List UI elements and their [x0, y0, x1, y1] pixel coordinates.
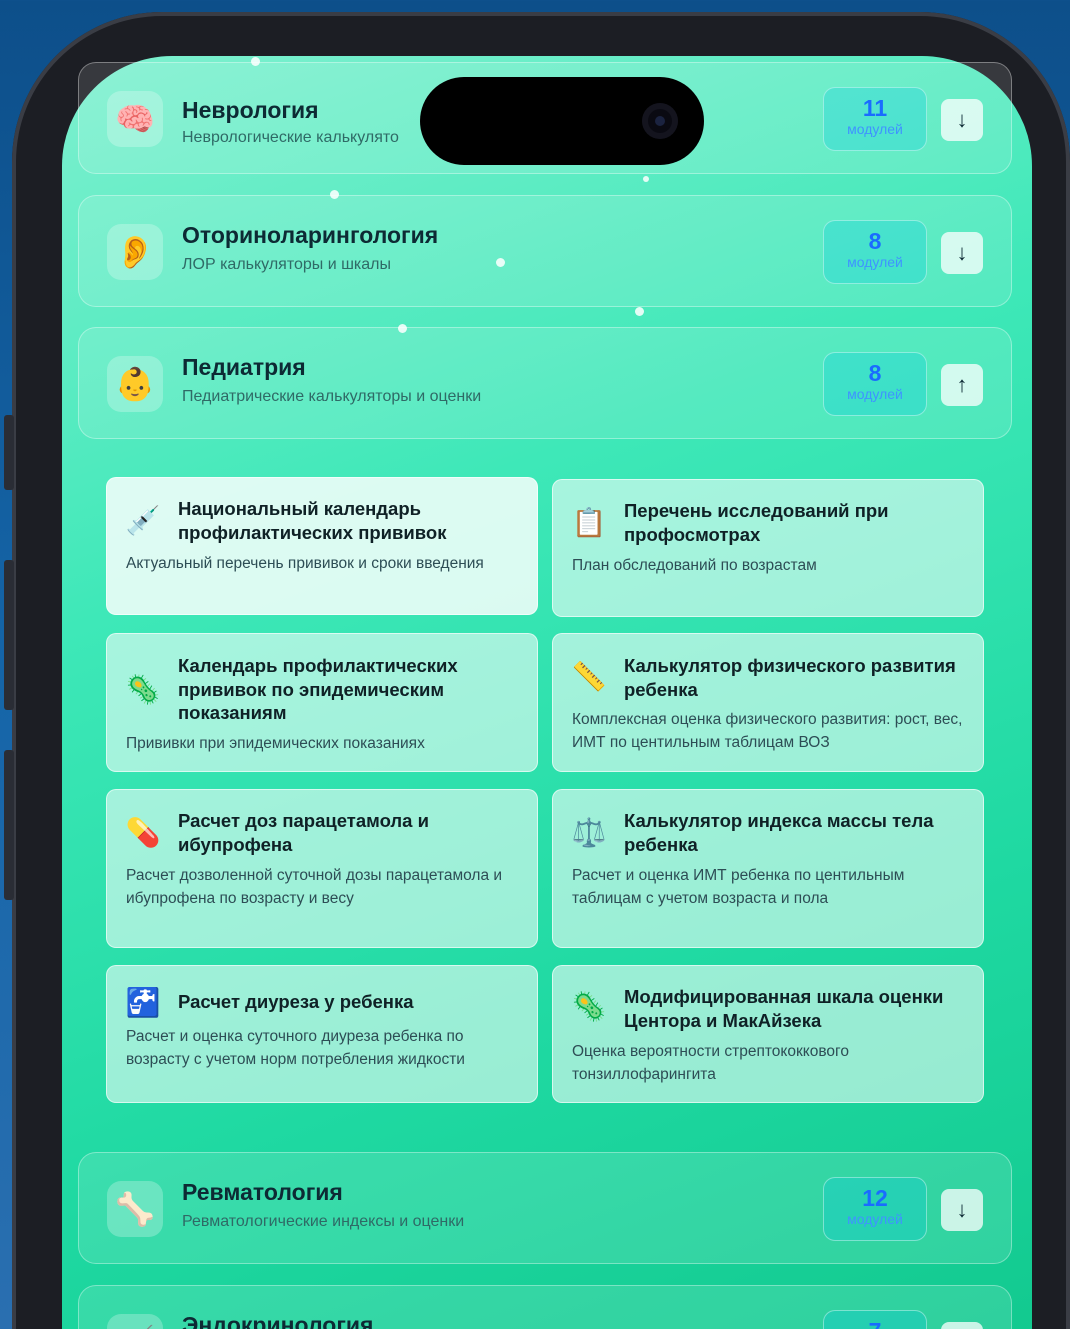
- side-button: [4, 560, 14, 710]
- section-title: Ревматология: [182, 1179, 343, 1205]
- card-description: План обследований по возрастам: [572, 557, 817, 574]
- ruler-icon: 📏: [571, 660, 607, 692]
- card-diuresis[interactable]: 🚰 Расчет диуреза у ребенка Расчет и оцен…: [106, 965, 538, 1103]
- module-count-badge: 12 модулей: [823, 1177, 927, 1241]
- brain-icon: 🧠: [107, 91, 163, 147]
- card-description: Актуальный перечень прививок и сроки вве…: [126, 555, 484, 572]
- section-endocrinology[interactable]: 💉 Эндокринология 7 ↓: [78, 1285, 1012, 1329]
- microbe-icon: 🦠: [125, 673, 161, 705]
- collapse-button[interactable]: ↑: [941, 364, 983, 406]
- card-bmi-calculator[interactable]: ⚖️ Калькулятор индекса массы тела ребенк…: [552, 789, 984, 948]
- clipboard-icon: 📋: [571, 506, 607, 538]
- section-title: Неврология: [182, 97, 319, 123]
- card-title: Калькулятор физического развития ребенка: [624, 655, 956, 700]
- expand-button[interactable]: ↓: [941, 1189, 983, 1231]
- card-title: Калькулятор индекса массы тела ребенка: [624, 810, 934, 855]
- module-unit: модулей: [847, 121, 903, 137]
- card-physical-development[interactable]: 📏 Калькулятор физического развития ребен…: [552, 633, 984, 772]
- section-subtitle: Ревматологические индексы и оценки: [182, 1213, 465, 1230]
- expand-button[interactable]: ↓: [941, 99, 983, 141]
- particle: [496, 258, 505, 267]
- module-count-badge: 8 модулей: [823, 220, 927, 284]
- module-count-badge: 7: [823, 1310, 927, 1329]
- side-button: [4, 750, 14, 900]
- card-title: Расчет диуреза у ребенка: [178, 991, 414, 1012]
- camera-icon: [642, 103, 678, 139]
- particle: [635, 307, 644, 316]
- section-title: Оториноларингология: [182, 222, 439, 248]
- dynamic-island: [420, 77, 704, 165]
- module-count: 7: [824, 1319, 926, 1329]
- module-unit: модулей: [847, 386, 903, 402]
- section-title: Педиатрия: [182, 354, 306, 380]
- scales-icon: ⚖️: [571, 816, 607, 848]
- ear-icon: 👂: [107, 224, 163, 280]
- baby-icon: 👶: [107, 356, 163, 412]
- module-unit: модулей: [847, 1211, 903, 1227]
- module-count: 11: [862, 95, 888, 121]
- syringe-icon: 💉: [125, 504, 161, 536]
- section-title: Эндокринология: [182, 1312, 374, 1329]
- section-rheumatology[interactable]: 🦴 Ревматология Ревматологические индексы…: [78, 1152, 1012, 1264]
- card-vaccination-calendar[interactable]: 💉 Национальный календарь профилактически…: [106, 477, 538, 615]
- card-checkup-list[interactable]: 📋 Перечень исследований при профосмотрах…: [552, 479, 984, 617]
- particle: [398, 324, 407, 333]
- pill-icon: 💊: [125, 816, 161, 848]
- card-description: Прививки при эпидемических показаниях: [126, 735, 425, 752]
- expand-button[interactable]: ↓: [941, 232, 983, 274]
- bone-icon: 🦴: [107, 1181, 163, 1237]
- module-count-badge: 11 модулей: [823, 87, 927, 151]
- card-centor-mcisaac[interactable]: 🦠 Модифицированная шкала оценки Центора …: [552, 965, 984, 1103]
- card-description: Расчет и оценка суточного диуреза ребенк…: [126, 1028, 465, 1068]
- module-count: 8: [868, 228, 882, 254]
- section-subtitle: ЛОР калькуляторы и шкалы: [182, 256, 392, 273]
- card-paracetamol-ibuprofen[interactable]: 💊 Расчет доз парацетамола и ибупрофена Р…: [106, 789, 538, 948]
- card-epidemic-vaccination[interactable]: 🦠 Календарь профилактических прививок по…: [106, 633, 538, 772]
- microbe-icon: 🦠: [571, 990, 607, 1022]
- card-description: Расчет дозволенной суточной дозы парацет…: [126, 867, 503, 907]
- syringe-icon: 💉: [107, 1314, 163, 1329]
- expand-button[interactable]: ↓: [941, 1322, 983, 1329]
- card-title: Модифицированная шкала оценки Центора и …: [624, 986, 944, 1031]
- card-title: Расчет доз парацетамола и ибупрофена: [178, 810, 429, 855]
- card-title: Национальный календарь профилактических …: [178, 498, 447, 543]
- module-count: 8: [868, 360, 882, 386]
- side-button: [4, 415, 14, 490]
- particle: [643, 176, 649, 182]
- module-count: 12: [862, 1185, 888, 1211]
- card-title: Перечень исследований при профосмотрах: [624, 500, 889, 545]
- particle: [251, 57, 260, 66]
- card-description: Оценка вероятности стрептококкового тонз…: [572, 1043, 849, 1083]
- section-ent[interactable]: 👂 Оториноларингология ЛОР калькуляторы и…: [78, 195, 1012, 307]
- section-subtitle: Неврологические калькулято: [182, 129, 399, 146]
- faucet-icon: 🚰: [125, 986, 161, 1018]
- card-description: Расчет и оценка ИМТ ребенка по центильны…: [572, 867, 905, 907]
- module-unit: модулей: [847, 254, 903, 270]
- section-pediatrics[interactable]: 👶 Педиатрия Педиатрические калькуляторы …: [78, 327, 1012, 439]
- card-title: Календарь профилактических прививок по э…: [178, 655, 458, 723]
- particle: [330, 190, 339, 199]
- section-subtitle: Педиатрические калькуляторы и оценки: [182, 388, 482, 405]
- module-count-badge: 8 модулей: [823, 352, 927, 416]
- card-description: Комплексная оценка физического развития:…: [572, 711, 963, 751]
